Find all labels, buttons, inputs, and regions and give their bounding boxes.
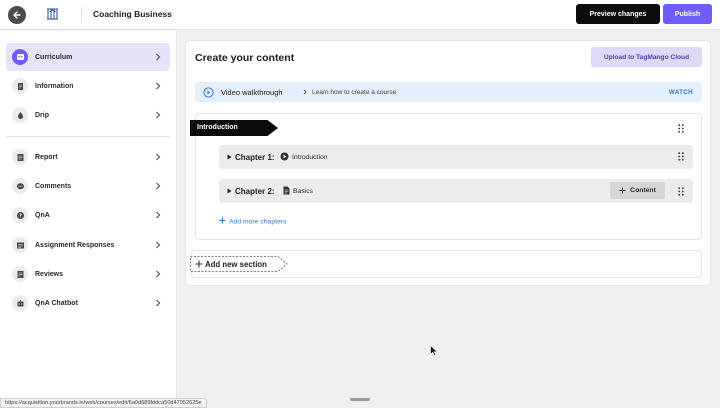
report-icon <box>12 149 28 165</box>
chatbot-icon <box>12 295 28 311</box>
sidebar-item-label: QnA <box>35 211 50 219</box>
sidebar-item-label: QnA Chatbot <box>35 299 78 307</box>
chevron-right-icon <box>156 182 161 190</box>
publish-button[interactable]: Publish <box>663 4 712 24</box>
chapter-name: Basics <box>293 187 314 195</box>
arrow-left-icon <box>13 11 21 19</box>
svg-text:?: ? <box>19 213 22 219</box>
content-title: Create your content <box>195 52 295 64</box>
caret-right-icon[interactable] <box>227 154 232 160</box>
sidebar-item-report[interactable]: Report <box>6 143 170 171</box>
status-bar-url: https://acquisition.yourbrands.in/web/co… <box>0 398 207 408</box>
top-bar: Coaching Business Preview changes Publis… <box>0 0 720 30</box>
review-icon <box>12 266 28 282</box>
plus-icon <box>219 217 226 224</box>
sidebar: Curriculum Information Drip Report Comme… <box>0 31 177 408</box>
document-icon <box>12 78 28 94</box>
sidebar-item-reviews[interactable]: Reviews <box>6 260 170 288</box>
caret-right-icon[interactable] <box>227 188 232 194</box>
add-new-section-label: Add new section <box>205 259 267 269</box>
sidebar-item-label: Curriculum <box>35 53 73 61</box>
sidebar-item-drip[interactable]: Drip <box>6 101 170 129</box>
chevron-right-icon <box>303 89 307 95</box>
add-content-label: Content <box>630 187 656 194</box>
plus-icon <box>619 187 626 194</box>
sidebar-item-label: Comments <box>35 182 72 190</box>
drag-handle-icon[interactable] <box>678 152 684 161</box>
curriculum-icon <box>12 49 28 65</box>
add-more-chapters-label: Add more chapters <box>229 218 287 226</box>
upload-cloud-button[interactable]: Upload to TagMango Cloud <box>591 47 702 67</box>
chevron-right-icon <box>156 241 161 249</box>
section-name-tag[interactable]: Introduction <box>190 120 278 136</box>
content-panel: Create your content Upload to TagMango C… <box>185 40 711 286</box>
sidebar-item-curriculum[interactable]: Curriculum <box>6 43 170 71</box>
chevron-right-icon <box>156 211 161 219</box>
assignment-icon <box>12 237 28 253</box>
add-content-button[interactable]: Content <box>610 182 665 199</box>
walkthrough-subtitle: Learn how to create a course <box>312 88 397 96</box>
video-walkthrough-banner[interactable]: Video walkthrough Learn how to create a … <box>195 82 702 102</box>
chapter-label: Chapter 2: <box>235 186 275 196</box>
drag-handle-icon[interactable] <box>678 186 684 196</box>
sidebar-item-comments[interactable]: Comments <box>6 172 170 200</box>
sidebar-item-label: Drip <box>35 111 49 119</box>
back-button[interactable] <box>8 6 26 24</box>
document-icon <box>283 186 290 195</box>
scroll-handle[interactable] <box>350 398 370 401</box>
video-icon <box>280 152 289 161</box>
chevron-right-icon <box>156 53 161 61</box>
page-title: Coaching Business <box>93 9 172 19</box>
play-circle-icon <box>203 86 214 98</box>
walkthrough-title: Video walkthrough <box>221 88 283 97</box>
drip-icon <box>12 107 28 123</box>
chapter-name: Introduction <box>292 153 328 161</box>
sidebar-item-qna[interactable]: ? QnA <box>6 201 170 229</box>
drag-handle-icon[interactable] <box>678 124 684 133</box>
sidebar-item-qna-chatbot[interactable]: QnA Chatbot <box>6 289 170 317</box>
sidebar-divider <box>6 136 170 137</box>
sidebar-item-label: Information <box>35 82 74 90</box>
chapter-row[interactable]: Chapter 2: Basics Content <box>219 179 693 203</box>
logo-icon <box>47 8 58 20</box>
chevron-right-icon <box>156 153 161 161</box>
question-icon: ? <box>12 207 28 223</box>
chevron-right-icon <box>156 299 161 307</box>
sidebar-item-label: Reviews <box>35 270 64 278</box>
chapter-label: Chapter 1: <box>235 152 275 162</box>
chevron-right-icon <box>156 111 161 119</box>
sidebar-item-assignment-responses[interactable]: Assignment Responses <box>6 231 170 259</box>
sidebar-item-label: Report <box>35 153 58 161</box>
watch-link[interactable]: WATCH <box>669 89 693 96</box>
sidebar-item-label: Assignment Responses <box>35 241 115 249</box>
header-divider <box>81 7 82 23</box>
chapter-row[interactable]: Chapter 1: Introduction <box>219 145 693 169</box>
chevron-right-icon <box>156 82 161 90</box>
chevron-right-icon <box>156 270 161 278</box>
comment-icon <box>12 178 28 194</box>
sidebar-item-information[interactable]: Information <box>6 72 170 100</box>
preview-changes-button[interactable]: Preview changes <box>576 4 660 24</box>
mouse-cursor-icon <box>430 345 438 356</box>
add-more-chapters-link[interactable]: Add more chapters <box>219 217 286 226</box>
